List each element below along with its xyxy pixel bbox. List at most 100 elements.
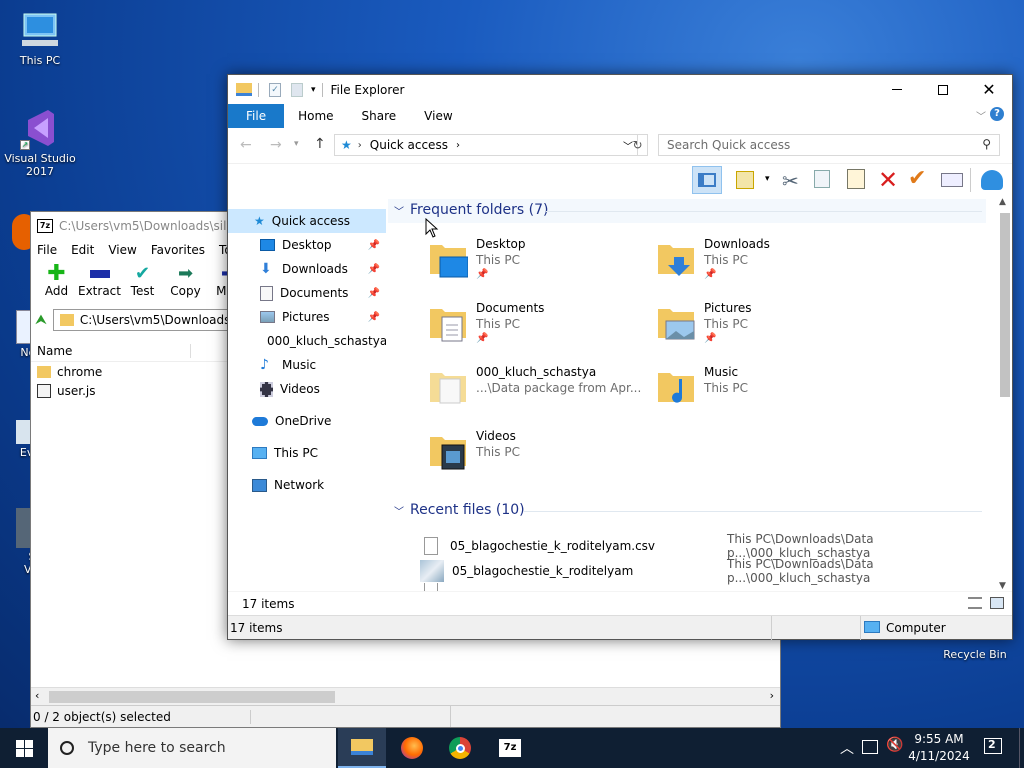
minimize-button[interactable] [874,75,920,104]
network-icon[interactable] [862,740,878,754]
menu-favorites[interactable]: Favorites [151,243,205,257]
rename-checkmark-icon[interactable]: ✔ [908,166,926,191]
help-icon[interactable]: ? [990,107,1004,121]
properties-card-icon[interactable] [941,173,963,187]
properties-icon[interactable]: ✓ [269,82,281,97]
file-explorer-window[interactable]: ✓ ▾ File Explorer ✕ File Home Share View… [227,74,1013,640]
menu-edit[interactable]: Edit [71,243,94,257]
breadcrumb[interactable]: Quick access [370,138,448,152]
taskbar-chrome[interactable] [436,728,484,768]
copy-button[interactable]: ➡ Copy [164,260,207,306]
taskbar-file-explorer[interactable] [338,728,386,768]
sidebar-item-000-kluch-schastya[interactable]: 000_kluch_schastya [228,329,386,353]
sidebar-item-music[interactable]: ♪ Music [228,353,386,377]
new-folder-icon[interactable] [291,82,303,97]
tab-home[interactable]: Home [284,104,347,128]
tab-share[interactable]: Share [348,104,411,128]
pin-icon[interactable]: 📌 [368,240,380,251]
explorer-title-bar[interactable]: ✓ ▾ File Explorer ✕ [228,75,1012,104]
desktop-icon-this-pc[interactable]: This PC [0,10,80,67]
list-item[interactable]: 05_blagochestie_k_roditelyam This PC\Dow… [420,557,986,585]
address-bar[interactable]: ★ › Quick access › ﹀ [334,134,638,156]
tab-view[interactable]: View [410,104,466,128]
folder-tile-music[interactable]: Music This PC [656,365,876,421]
sidebar-item-downloads[interactable]: ⬇ Downloads 📌 [228,257,386,281]
test-button[interactable]: ✔ Test [121,260,164,306]
scroll-up-arrow-icon[interactable]: ▲ [999,197,1006,207]
pin-icon[interactable]: 📌 [368,288,380,299]
horizontal-scrollbar[interactable]: ‹ › [31,687,780,705]
notification-count-badge: 2 [988,738,996,751]
sidebar-item-documents[interactable]: Documents 📌 [228,281,386,305]
folder-tile-pictures[interactable]: Pictures This PC 📌 [656,301,876,357]
sidebar-item-this-pc[interactable]: This PC [228,441,386,465]
delete-icon[interactable]: ✕ [878,166,898,194]
paste-icon[interactable] [847,169,865,189]
sidebar-item-onedrive[interactable]: OneDrive [228,409,386,433]
recent-files-list: 05_blagochestie_k_roditelyam.csv This PC… [420,532,986,591]
back-arrow-icon[interactable]: ← [240,137,252,153]
add-button[interactable]: ✚ Add [35,260,78,306]
list-item[interactable]: 05_blagochestie_k_roditelyam.csv This PC… [420,532,986,560]
quick-access-toolbar-dropdown-icon[interactable]: ▾ [311,85,316,95]
folder-tile-documents[interactable]: Documents This PC 📌 [428,301,648,357]
menu-view[interactable]: View [108,243,136,257]
ribbon-expand-icon[interactable]: ﹀ [976,108,986,123]
vertical-scrollbar[interactable]: ▲ ▼ [996,197,1012,591]
sidebar-item-desktop[interactable]: Desktop 📌 [228,233,386,257]
show-desktop-button[interactable] [1019,728,1024,768]
up-arrow-icon[interactable]: ↑ [314,136,326,152]
new-item-icon[interactable] [736,171,754,189]
scroll-right-arrow-icon[interactable]: › [770,689,774,702]
folder-tile-000-kluch-schastya[interactable]: 000_kluch_schastya ...\Data package from… [428,365,648,421]
shell-icon[interactable] [981,170,1003,190]
volume-muted-icon[interactable]: 🔇 [886,737,903,753]
preview-pane-button[interactable] [692,166,722,194]
start-button[interactable] [0,728,48,768]
scroll-down-arrow-icon[interactable]: ▼ [999,581,1006,591]
folder-tile-videos[interactable]: Videos This PC [428,429,648,485]
copy-icon[interactable] [814,170,830,188]
recent-locations-icon[interactable]: ▾ [294,139,299,149]
sidebar-item-pictures[interactable]: Pictures 📌 [228,305,386,329]
navigation-pane: ★ Quick access Desktop 📌 ⬇ Downloads 📌 D… [228,199,386,611]
sidebar-item-quick-access[interactable]: ★ Quick access [228,209,386,233]
folder-tile-desktop[interactable]: Desktop This PC 📌 [428,237,648,293]
close-button[interactable]: ✕ [966,75,1012,104]
check-icon: ✔ [134,263,151,284]
taskbar: Type here to search 7z ︿ 🔇 9:55 AM 4/11/… [0,728,1024,768]
refresh-button[interactable]: ↻ [628,134,648,156]
cut-icon[interactable]: ✂ [782,169,799,193]
extract-button[interactable]: Extract [78,260,121,306]
taskbar-search-box[interactable]: Type here to search [48,728,336,768]
folder-icon [59,314,74,326]
search-input[interactable]: Search Quick access ⚲ [658,134,1000,156]
sidebar-item-network[interactable]: Network [228,473,386,497]
show-hidden-icons-chevron-up-icon[interactable]: ︿ [840,738,854,758]
up-folder-icon[interactable]: ⮝ [35,312,47,328]
pin-icon[interactable]: 📌 [368,312,380,323]
large-icons-view-icon[interactable] [990,597,1004,609]
scrollbar-thumb[interactable] [49,691,335,703]
desktop-icon-visual-studio[interactable]: ↗ Visual Studio 2017 [0,106,80,178]
list-item-partial[interactable] [420,583,986,591]
pin-icon[interactable]: 📌 [368,264,380,275]
taskbar-firefox[interactable] [388,728,436,768]
details-view-icon[interactable] [968,597,982,609]
menu-file[interactable]: File [37,243,57,257]
taskbar-7zip[interactable]: 7z [486,728,534,768]
maximize-button[interactable] [920,75,966,104]
scrollbar-thumb[interactable] [1000,213,1010,397]
tab-file[interactable]: File [228,104,285,128]
clock[interactable]: 9:55 AM 4/11/2024 [908,731,970,765]
desktop-icon-label: Visual Studio 2017 [4,152,76,178]
sidebar-item-videos[interactable]: Videos [228,377,386,401]
forward-arrow-icon[interactable]: → [270,137,282,153]
firefox-icon [401,737,423,759]
notification-center-button[interactable]: 2 [982,736,1006,760]
frequent-folders-header[interactable]: ﹀ Frequent folders (7) [388,199,986,223]
recent-files-header[interactable]: ﹀ Recent files (10) [388,499,986,523]
scroll-left-arrow-icon[interactable]: ‹ [35,689,39,702]
folder-tile-downloads[interactable]: Downloads This PC 📌 [656,237,876,293]
new-item-dropdown-icon[interactable]: ▾ [765,174,770,184]
